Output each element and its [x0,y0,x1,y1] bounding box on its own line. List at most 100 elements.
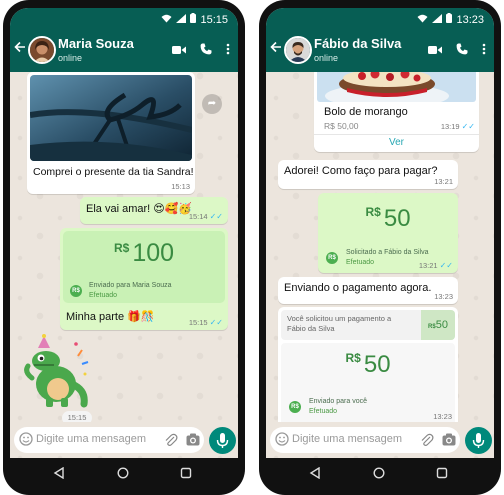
left-phone: 15:15 Maria Souza online Comprei o prese… [3,0,245,495]
payment-recipient: Enviado para você [309,398,367,405]
nav-home-icon[interactable] [117,466,129,484]
avatar[interactable] [28,36,56,64]
message-input-placeholder[interactable]: Digite uma mensagem [292,433,402,445]
message-time: 15:15 [67,413,87,422]
message-input-bar[interactable]: Digite uma mensagem [270,427,460,453]
payment-status: Efetuado [346,259,375,266]
mic-icon[interactable] [209,427,236,454]
nav-recents-icon[interactable] [436,466,448,484]
message-time: 15:14 ✓✓ [188,212,223,221]
read-check-icon: ✓✓ [461,122,475,131]
product-name: Bolo de morango [324,106,408,118]
outgoing-message[interactable]: Ela vai amar! 😍🥰🥳 15:14 ✓✓ [80,197,228,224]
chat-header: Maria Souza online [10,30,238,72]
payment-value: 50 [383,205,411,232]
video-call-icon[interactable] [172,42,186,60]
payment-status: Efetuado [309,408,338,415]
chat-header: Fábio da Silva online [266,30,494,72]
right-chat-screen: 13:23 Fábio da Silva online Bolo de mora… [266,8,494,458]
cake-image[interactable] [317,72,476,102]
status-time: 13:23 [456,13,484,26]
phone-icon[interactable] [456,42,468,60]
video-call-icon[interactable] [428,42,442,60]
message-list[interactable]: Comprei o presente da tia Sandra! 15:13 … [10,72,238,422]
incoming-message[interactable]: Adorei! Como faço para pagar? 13:21 [278,160,458,189]
emoji-icon[interactable] [19,432,33,451]
quoted-request[interactable]: Você solicitou um pagamento a Fábio da S… [281,310,455,340]
image-caption: Comprei o presente da tia Sandra! [33,166,194,178]
product-divider [314,134,479,135]
status-time: 15:15 [200,13,228,26]
message-list[interactable]: Bolo de morango R$ 50,00 13:19 ✓✓ Ver Ado… [266,72,494,422]
image-message[interactable]: Comprei o presente da tia Sandra! 15:13 [27,72,195,194]
battery-icon [446,13,453,26]
signal-icon [176,13,187,26]
nav-back-icon[interactable] [53,466,65,484]
phone-icon[interactable] [200,42,212,60]
avatar[interactable] [284,36,312,64]
incoming-payment-message[interactable]: Você solicitou um pagamento a Fábio da S… [278,307,458,422]
payment-recipient: Solicitado a Fábio da Silva [346,249,429,256]
payment-currency: R$ [365,205,381,219]
contact-name[interactable]: Maria Souza [58,36,134,51]
payment-card[interactable]: R$ 50 R$ Enviado para você Efetuado 13:2… [281,343,455,422]
payment-badge-icon: R$ [289,401,301,413]
payment-caption: Minha parte 🎁🎊 [66,311,155,323]
sticker-time-pill: 15:15 [62,411,92,422]
left-chat-screen: 15:15 Maria Souza online Comprei o prese… [10,8,238,458]
dinosaur-sticker[interactable] [24,334,90,408]
emoji-icon[interactable] [275,432,289,451]
payment-badge-icon: R$ [326,252,338,264]
contact-name[interactable]: Fábio da Silva [314,36,401,51]
payment-amount: R$ 50 [318,205,458,233]
nav-home-icon[interactable] [373,466,385,484]
attach-icon[interactable] [164,433,178,452]
payment-status: Efetuado [89,292,118,299]
payment-value: 100 [132,239,175,267]
message-time: 13:21 ✓✓ [418,261,453,270]
quoted-request-text: Você solicitou um pagamento a Fábio da S… [287,314,392,333]
message-input-placeholder[interactable]: Digite uma mensagem [36,433,146,445]
message-time: 15:15 ✓✓ [188,318,223,327]
incoming-message[interactable]: Enviando o pagamento agora. 13:23 [278,277,458,304]
forward-icon[interactable]: ➦ [202,94,222,114]
system-nav-bar [3,458,245,486]
status-bar: 13:23 [266,8,494,30]
message-text: Ela vai amar! 😍🥰🥳 [86,203,193,215]
contact-status: online [58,53,83,63]
mic-icon[interactable] [465,427,492,454]
wifi-icon [417,14,428,26]
camera-icon[interactable] [442,433,456,451]
payment-amount: R$ 50 [281,351,455,379]
gift-image[interactable] [30,75,192,161]
menu-dots-icon[interactable] [226,42,230,60]
menu-dots-icon[interactable] [482,42,486,60]
payment-message[interactable]: R$ 100 R$ Enviado para Maria Souza Efetu… [60,228,228,330]
wifi-icon [161,14,172,26]
thumb-value: 50 [435,319,448,331]
payment-card[interactable]: R$ 100 R$ Enviado para Maria Souza Efetu… [63,231,225,303]
signal-icon [432,13,443,26]
payment-currency: R$ [345,351,361,365]
payment-value: 50 [363,351,391,378]
battery-icon [190,13,197,26]
attach-icon[interactable] [420,433,434,452]
payment-badge-icon: R$ [70,285,82,297]
message-time: 15:13 [171,182,190,191]
product-message[interactable]: Bolo de morango R$ 50,00 13:19 ✓✓ Ver [314,72,479,152]
message-text: Adorei! Como faço para pagar? [284,165,438,177]
message-input-bar[interactable]: Digite uma mensagem [14,427,204,453]
payment-amount: R$ 100 [63,239,225,268]
view-product-link[interactable]: Ver [314,137,479,148]
message-text: Enviando o pagamento agora. [284,282,432,294]
read-check-icon: ✓✓ [209,318,223,327]
nav-back-icon[interactable] [309,466,321,484]
right-phone: 13:23 Fábio da Silva online Bolo de mora… [259,0,501,495]
payment-message[interactable]: R$ 50 R$ Solicitado a Fábio da Silva Efe… [318,193,458,273]
nav-recents-icon[interactable] [180,466,192,484]
payment-recipient: Enviado para Maria Souza [89,282,172,289]
camera-icon[interactable] [186,433,200,451]
read-check-icon: ✓✓ [439,261,453,270]
status-bar: 15:15 [10,8,238,30]
quoted-request-thumb: R$50 [421,310,455,340]
